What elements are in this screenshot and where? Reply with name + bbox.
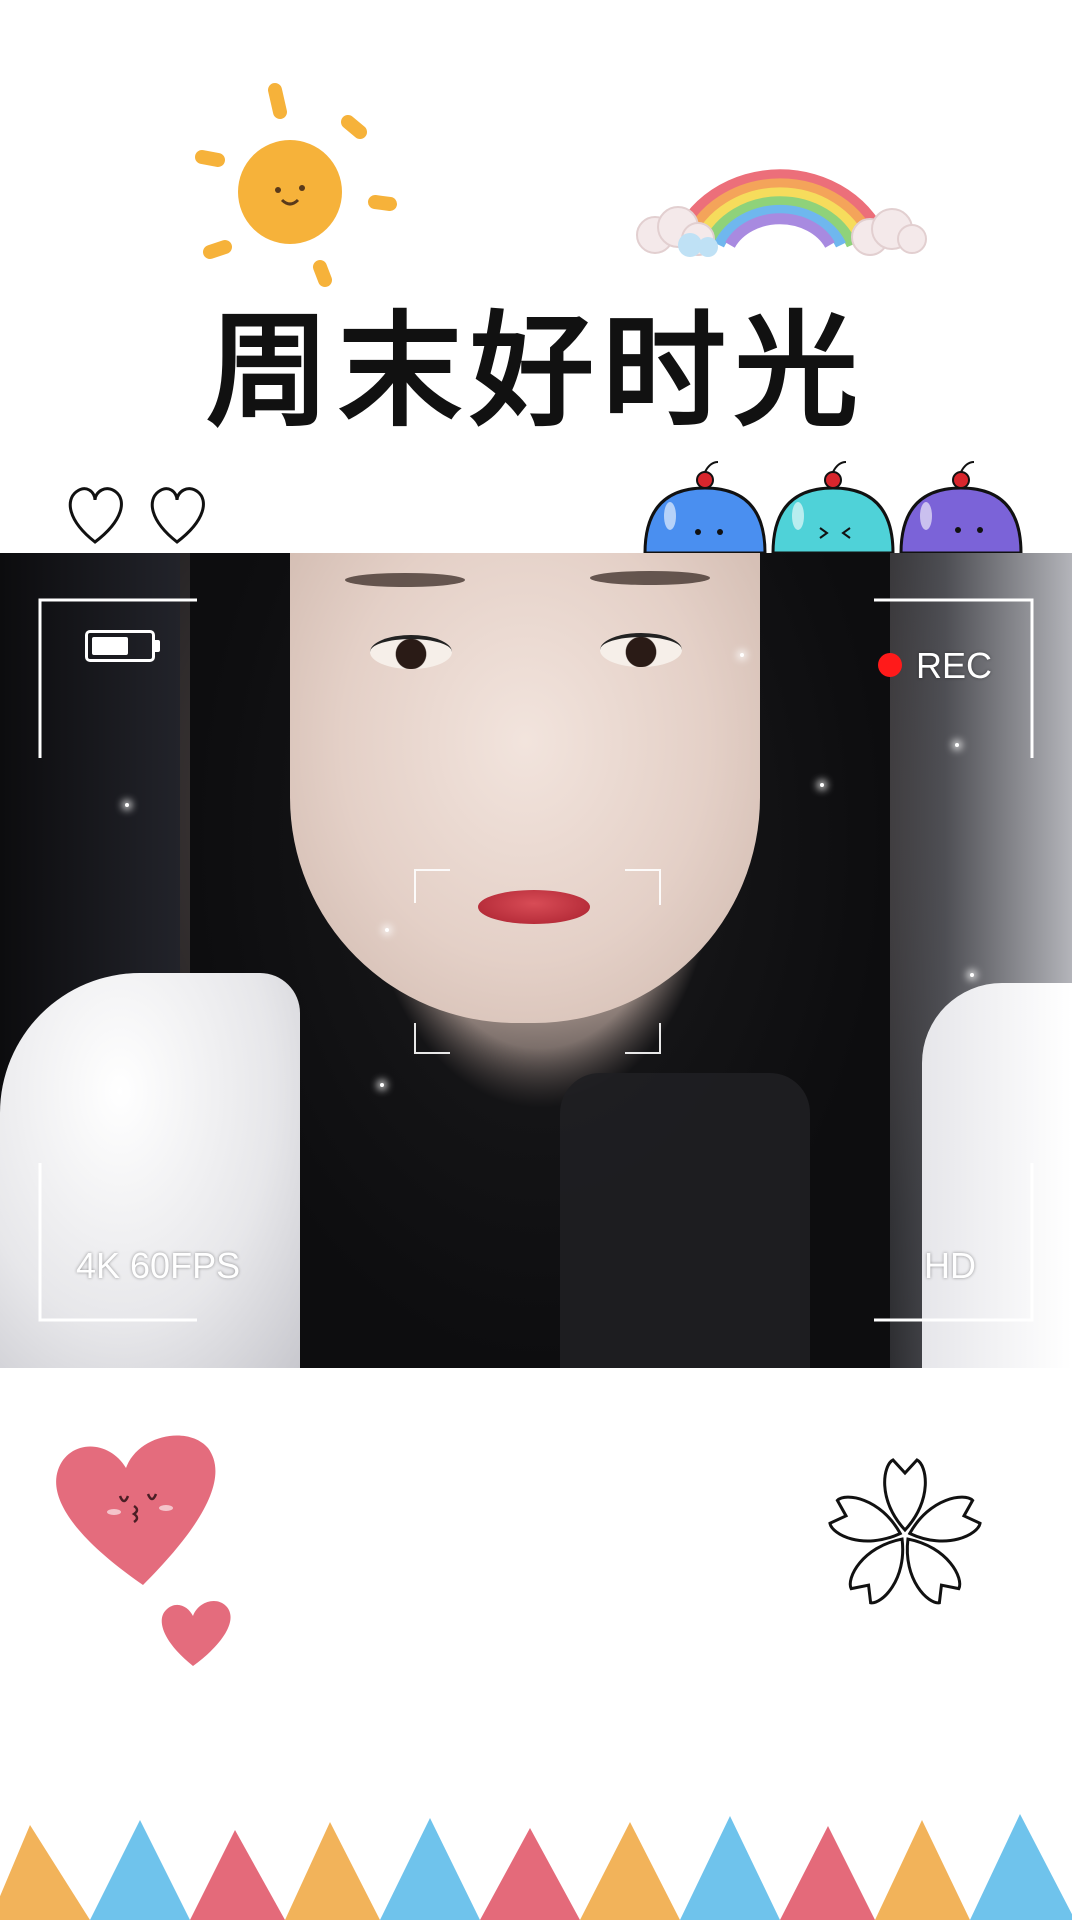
blob-characters-icon bbox=[643, 461, 1023, 555]
story-canvas: 周末好时光 REC 4K 60FPS HD bbox=[0, 0, 1072, 1920]
hd-label: HD bbox=[924, 1245, 976, 1286]
quality-label: 4K 60FPS bbox=[76, 1245, 241, 1286]
battery-level bbox=[92, 637, 128, 655]
pink-hearts-sticker-icon bbox=[56, 1435, 231, 1666]
banner-title: 周末好时光 bbox=[205, 300, 866, 444]
sun-sticker-icon bbox=[195, 83, 397, 287]
flower-outline-icon bbox=[825, 1458, 985, 1610]
battery-icon bbox=[85, 630, 160, 662]
rec-label: REC bbox=[916, 645, 993, 686]
bunting-border-icon bbox=[0, 1814, 1072, 1920]
rainbow-sticker-icon bbox=[636, 169, 927, 257]
selfie-photo: REC 4K 60FPS HD bbox=[0, 553, 1072, 1368]
recording-dot-icon bbox=[878, 653, 902, 677]
outline-hearts-icon bbox=[68, 487, 205, 544]
